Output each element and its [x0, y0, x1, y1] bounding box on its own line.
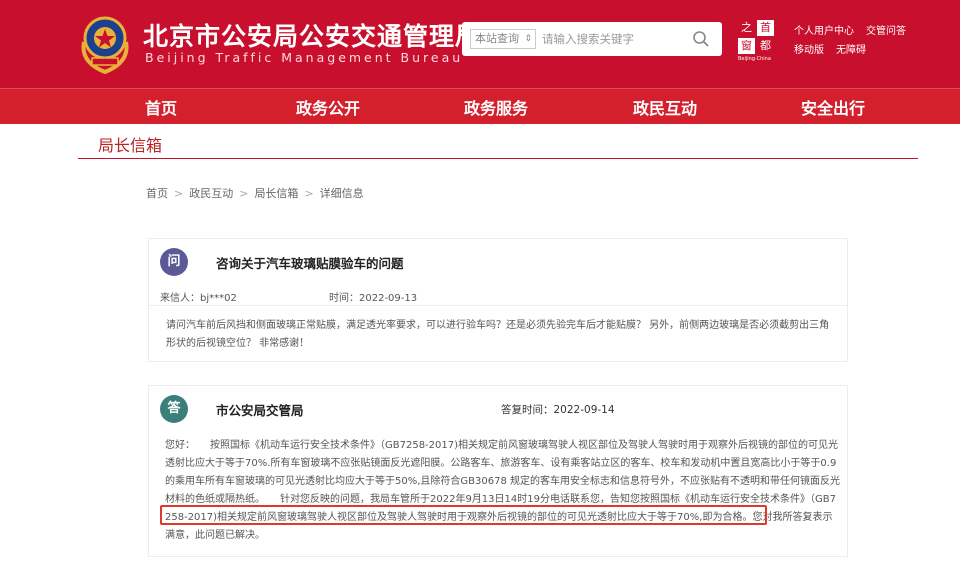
nav-item-interaction[interactable]: 政民互动 [633, 95, 697, 119]
capital-logo-char: 首 [757, 20, 774, 36]
capital-logo-char: 都 [760, 39, 771, 52]
police-emblem-icon[interactable] [78, 12, 132, 74]
chevron-right-icon: > [304, 187, 314, 200]
card-divider [149, 305, 847, 306]
nav-item-gov-services[interactable]: 政务服务 [464, 95, 528, 119]
capital-window-logo[interactable]: 之 首 窗 都 Beijing·China [738, 20, 774, 62]
breadcrumb-mailbox[interactable]: 局长信箱 [254, 187, 298, 200]
link-traffic-qa[interactable]: 交管问答 [866, 22, 906, 41]
capital-logo-caption: Beijing·China [738, 56, 771, 62]
nav-item-home[interactable]: 首页 [145, 95, 177, 119]
search-scope-label: 本站查询 [475, 32, 519, 45]
main-nav: 首页 政务公开 政务服务 政民互动 安全出行 [0, 88, 960, 124]
breadcrumb-current: 详细信息 [319, 187, 364, 200]
search-scope-select[interactable]: 本站查询 ⇕ [470, 29, 536, 49]
highlight-annotation [160, 505, 767, 525]
chevron-right-icon: > [174, 187, 184, 200]
question-title: 咨询关于汽车玻璃贴膜验车的问题 [216, 256, 404, 271]
search-box: 本站查询 ⇕ [462, 22, 722, 56]
question-time: 时间：2022-09-13 [329, 293, 418, 304]
answer-body: 您好： 按照国标《机动车运行安全技术条件》（GB7258-2017)相关规定前风… [165, 440, 841, 541]
question-body: 请问汽车前后风挡和侧面玻璃正常贴膜，满足透光率要求，可以进行验车吗？还是必须先验… [166, 320, 830, 349]
link-mobile-version[interactable]: 移动版 [794, 41, 824, 60]
section-title: 局长信箱 [98, 136, 163, 155]
breadcrumb-interaction[interactable]: 政民互动 [189, 187, 233, 200]
updown-caret-icon: ⇕ [524, 34, 532, 44]
breadcrumb-home[interactable]: 首页 [146, 187, 168, 200]
link-accessibility[interactable]: 无障碍 [836, 41, 866, 60]
site-subtitle: Beijing Traffic Management Bureau [145, 50, 464, 65]
section-divider [78, 158, 918, 159]
answer-card: 答 市公安局交管局 答复时间：2022-09-14 您好： 按照国标《机动车运行… [148, 385, 848, 557]
nav-item-gov-affairs-open[interactable]: 政务公开 [296, 95, 360, 119]
search-icon[interactable] [692, 30, 710, 48]
question-sender: 来信人：bj***02 [160, 293, 237, 304]
search-input[interactable] [542, 29, 682, 49]
question-card: 问 咨询关于汽车玻璃贴膜验车的问题 来信人：bj***02 时间：2022-09… [148, 238, 848, 362]
chevron-right-icon: > [239, 187, 249, 200]
question-badge: 问 [160, 248, 188, 276]
answer-title: 市公安局交管局 [216, 403, 304, 418]
answer-badge: 答 [160, 395, 188, 423]
capital-logo-char: 窗 [738, 38, 755, 54]
site-header: 北京市公安局公安交通管理局 Beijing Traffic Management… [0, 0, 960, 88]
link-user-center[interactable]: 个人用户中心 [794, 22, 854, 41]
site-title: 北京市公安局公安交通管理局 [143, 22, 482, 51]
nav-item-safe-travel[interactable]: 安全出行 [801, 95, 865, 119]
answer-reply-time: 答复时间：2022-09-14 [501, 404, 615, 416]
top-links: 个人用户中心 交管问答 移动版 无障碍 [794, 22, 918, 60]
capital-logo-char: 之 [741, 21, 752, 34]
breadcrumb: 首页 > 政民互动 > 局长信箱 > 详细信息 [146, 185, 364, 201]
